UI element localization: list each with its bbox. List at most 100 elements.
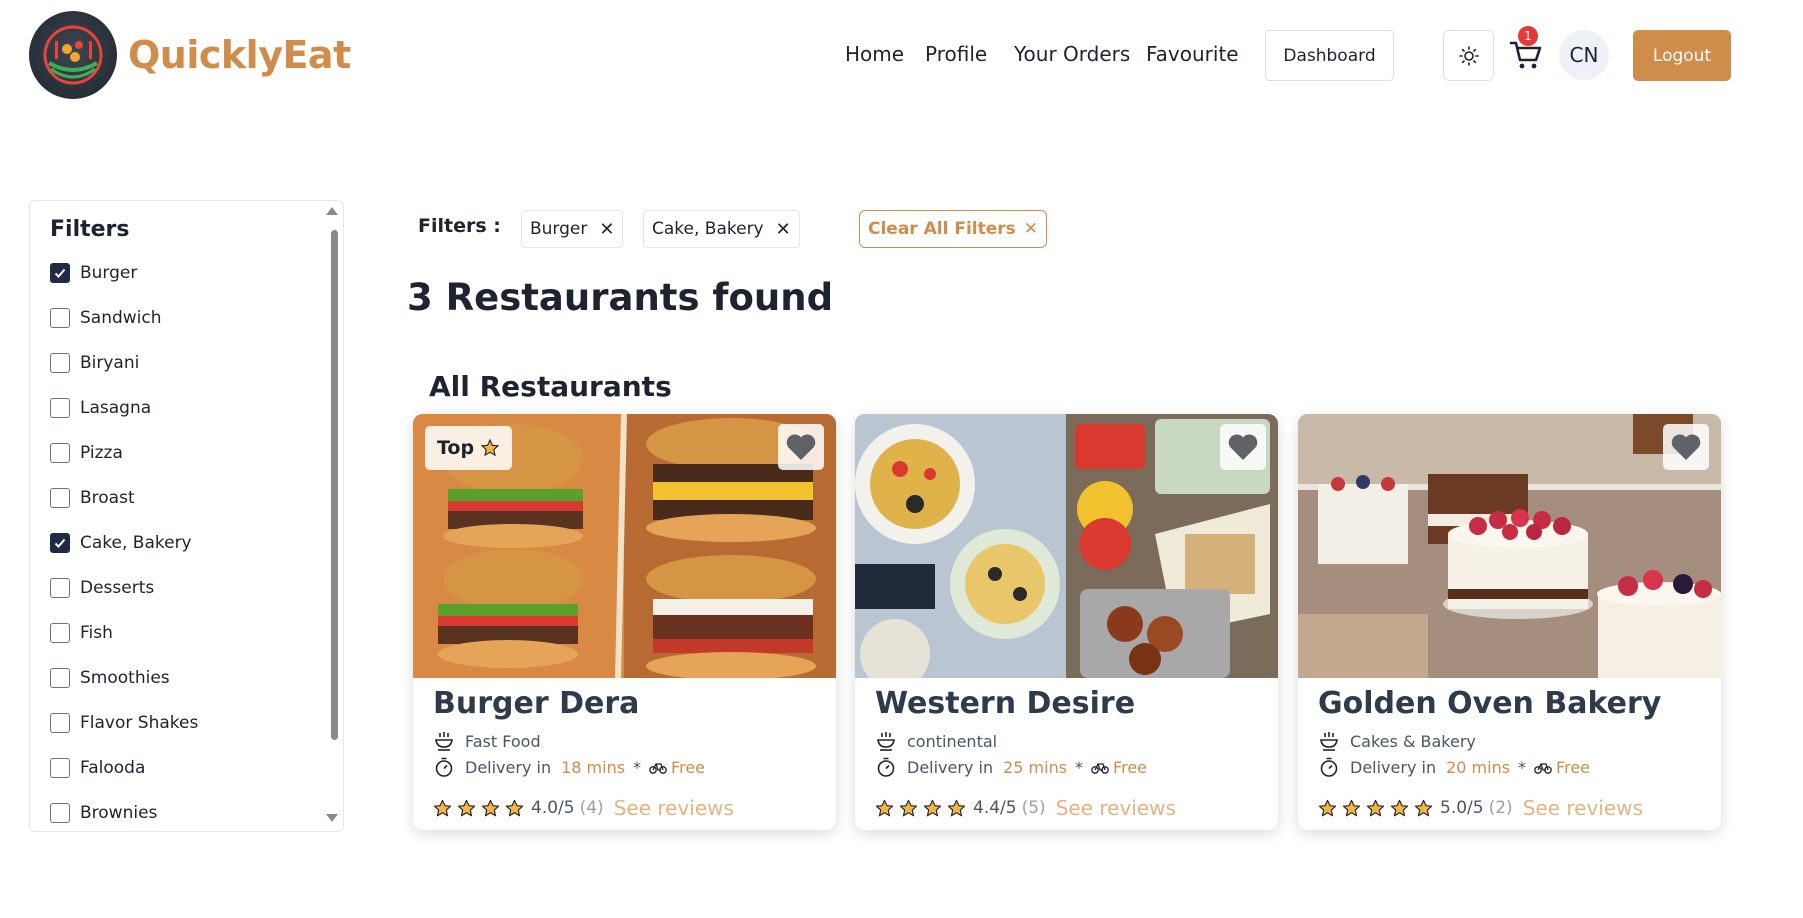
filter-option-pizza[interactable]: Pizza	[50, 441, 123, 465]
filter-chip-burger[interactable]: Burger ✕	[521, 210, 624, 248]
checkmark-icon	[54, 268, 66, 278]
favourite-button[interactable]	[778, 424, 824, 470]
delivery-label: Delivery in	[1350, 757, 1437, 777]
brand-name[interactable]: QuicklyEat	[128, 33, 351, 77]
checkbox[interactable]	[50, 353, 70, 373]
nav-profile[interactable]: Profile	[925, 42, 987, 66]
filter-option-lasagna[interactable]: Lasagna	[50, 396, 151, 420]
delivery-time: 18 mins	[561, 757, 626, 777]
user-avatar[interactable]: CN	[1559, 30, 1609, 80]
star-icon	[505, 799, 524, 816]
restaurant-card-golden-oven-bakery[interactable]: Golden Oven Bakery Cakes & Bakery Delive…	[1298, 414, 1721, 830]
checkbox[interactable]	[50, 488, 70, 508]
brand-logo[interactable]	[29, 11, 117, 99]
checkbox[interactable]	[50, 308, 70, 328]
restaurant-image[interactable]	[1298, 414, 1721, 678]
clear-all-filters-button[interactable]: Clear All Filters ✕	[859, 210, 1048, 248]
rating-value: 4.0/5	[531, 798, 575, 818]
logout-button[interactable]: Logout	[1633, 30, 1731, 81]
filter-option-biryani[interactable]: Biryani	[50, 351, 139, 375]
filter-option-flavor-shakes[interactable]: Flavor Shakes	[50, 711, 198, 735]
checkbox[interactable]	[50, 263, 70, 283]
filter-option-label: Brownies	[80, 803, 158, 823]
filter-option-brownies[interactable]: Brownies	[50, 801, 157, 825]
delivery-label: Delivery in	[465, 757, 552, 777]
food-bowl-icon	[1320, 732, 1338, 751]
star-icon	[899, 799, 918, 816]
checkmark-icon	[54, 538, 66, 548]
star-icon	[1366, 799, 1385, 816]
star-icon	[481, 799, 500, 816]
star-icon	[433, 799, 452, 816]
dashboard-button[interactable]: Dashboard	[1265, 30, 1394, 81]
see-reviews-link[interactable]: See reviews	[614, 796, 734, 820]
filter-option-label: Desserts	[80, 578, 155, 598]
filter-option-burger[interactable]: Burger	[50, 261, 137, 285]
filter-option-falooda[interactable]: Falooda	[50, 756, 145, 780]
delivery-row: Delivery in 18 mins * Free	[433, 756, 705, 778]
filter-chip-cake-bakery[interactable]: Cake, Bakery ✕	[643, 210, 800, 248]
checkbox[interactable]	[50, 443, 70, 463]
filter-option-sandwich[interactable]: Sandwich	[50, 306, 162, 330]
restaurant-name[interactable]: Golden Oven Bakery	[1318, 686, 1661, 721]
filter-option-label: Burger	[80, 263, 138, 283]
checkbox[interactable]	[50, 398, 70, 418]
heart-icon	[1671, 434, 1701, 460]
star-icon	[875, 799, 894, 816]
nav-home[interactable]: Home	[845, 42, 904, 66]
filter-option-label: Flavor Shakes	[80, 713, 199, 733]
restaurant-category-row: Fast Food	[433, 730, 541, 752]
restaurant-card-western-desire[interactable]: Western Desire continental Delivery in 2…	[855, 414, 1278, 830]
filter-option-label: Broast	[80, 488, 135, 508]
filter-option-cake-bakery[interactable]: Cake, Bakery	[50, 531, 192, 555]
checkbox[interactable]	[50, 533, 70, 553]
restaurant-category: Cakes & Bakery	[1350, 731, 1476, 751]
close-icon[interactable]: ✕	[599, 219, 614, 240]
delivery-row: Delivery in 25 mins * Free	[875, 756, 1147, 778]
checkbox[interactable]	[50, 803, 70, 823]
filter-option-desserts[interactable]: Desserts	[50, 576, 154, 600]
restaurant-card-burger-dera[interactable]: Top Burger Dera Fast Food Delivery in 18…	[413, 414, 836, 830]
top-badge: Top	[425, 426, 513, 470]
checkbox[interactable]	[50, 758, 70, 778]
sidebar-scroll-thumb[interactable]	[331, 230, 338, 740]
filters-title: Filters	[50, 217, 130, 242]
restaurant-name[interactable]: Western Desire	[875, 686, 1135, 721]
food-bowl-icon	[435, 732, 453, 751]
rating-row: 5.0/5 (2) See reviews	[1318, 796, 1643, 820]
review-count: (4)	[579, 798, 604, 818]
checkbox[interactable]	[50, 578, 70, 598]
bicycle-icon	[1534, 763, 1552, 774]
sun-icon	[1458, 45, 1479, 66]
star-icon	[1318, 799, 1337, 816]
checkbox[interactable]	[50, 713, 70, 733]
theme-toggle-button[interactable]	[1443, 30, 1494, 81]
active-filters-label: Filters :	[418, 215, 501, 237]
heart-icon	[1228, 434, 1258, 460]
star-icon	[457, 799, 476, 816]
filter-option-broast[interactable]: Broast	[50, 486, 135, 510]
close-icon[interactable]: ✕	[776, 219, 791, 240]
favourite-button[interactable]	[1220, 424, 1266, 470]
checkbox[interactable]	[50, 623, 70, 643]
delivery-time: 25 mins	[1003, 757, 1068, 777]
delivery-row: Delivery in 20 mins * Free	[1318, 756, 1590, 778]
checkbox[interactable]	[50, 668, 70, 688]
heart-icon	[786, 434, 816, 460]
see-reviews-link[interactable]: See reviews	[1056, 796, 1176, 820]
filter-option-smoothies[interactable]: Smoothies	[50, 666, 170, 690]
restaurant-image[interactable]	[855, 414, 1278, 678]
nav-favourite[interactable]: Favourite	[1146, 42, 1239, 66]
restaurant-name[interactable]: Burger Dera	[433, 686, 639, 721]
filter-chip-label: Cake, Bakery	[652, 219, 764, 239]
see-reviews-link[interactable]: See reviews	[1523, 796, 1643, 820]
stopwatch-icon	[435, 757, 453, 777]
nav-your-orders[interactable]: Your Orders	[1014, 42, 1130, 66]
review-count: (2)	[1488, 798, 1513, 818]
bicycle-icon	[1091, 763, 1109, 774]
restaurant-category: continental	[907, 731, 998, 751]
filter-option-fish[interactable]: Fish	[50, 621, 113, 645]
delivery-fee: Free	[1556, 757, 1590, 777]
favourite-button[interactable]	[1663, 424, 1709, 470]
star-icon	[1414, 799, 1433, 816]
